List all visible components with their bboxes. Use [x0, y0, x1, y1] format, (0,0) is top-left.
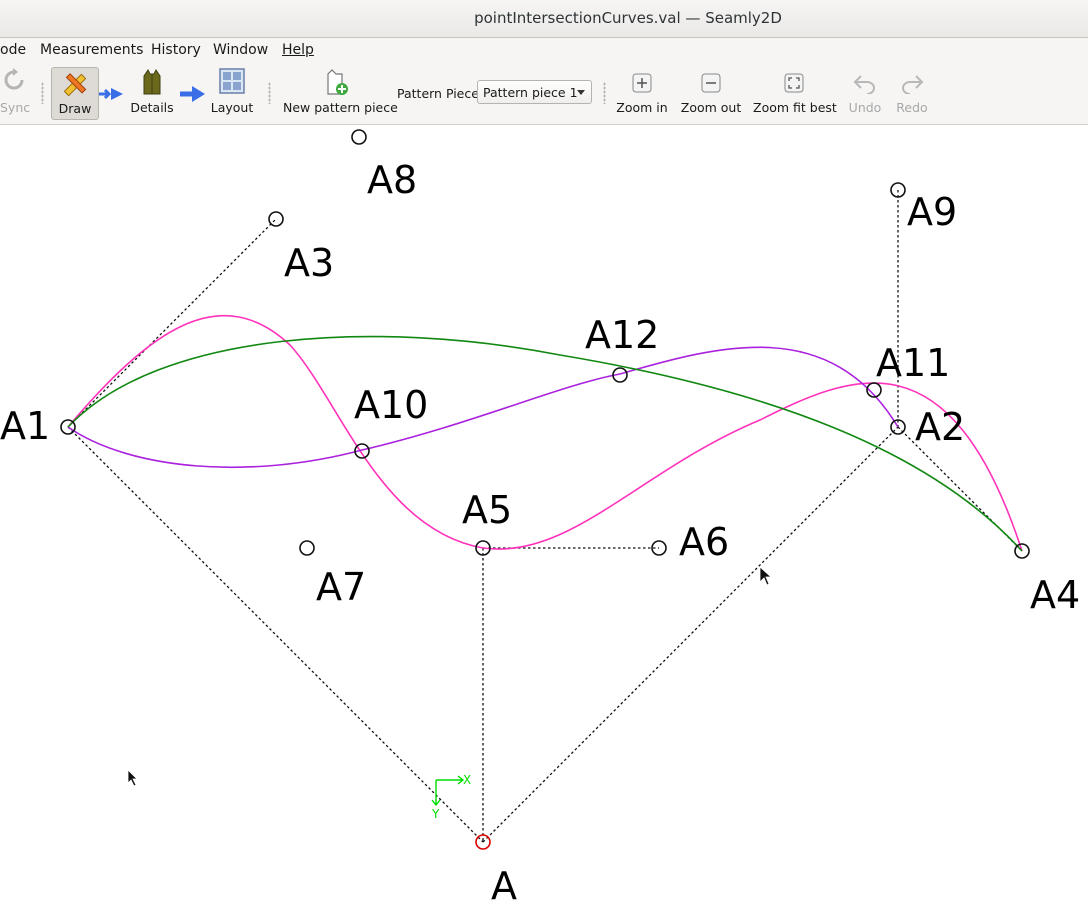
mouse-cursor-icon — [127, 769, 138, 787]
pencil-ruler-icon — [63, 73, 87, 97]
axis-y-label: Y — [431, 807, 440, 821]
layout-mode-button[interactable]: Layout — [208, 66, 256, 120]
label-a: A — [491, 864, 517, 908]
label-a2: A2 — [915, 405, 965, 449]
label-a10: A10 — [354, 383, 428, 427]
menu-window[interactable]: Window — [213, 42, 268, 58]
zoom-fit-best-button[interactable]: Zoom fit best — [753, 66, 837, 120]
line-a1-a3[interactable] — [67, 218, 277, 428]
zoom-out-label: Zoom out — [680, 100, 742, 115]
label-a3: A3 — [284, 241, 334, 285]
zoom-fit-best-icon — [784, 73, 804, 93]
point-a8[interactable] — [351, 129, 367, 145]
undo-button[interactable]: Undo — [845, 66, 885, 120]
origin-axes-icon: X Y — [431, 773, 471, 821]
label-a6: A6 — [679, 520, 729, 564]
zoom-in-icon — [632, 73, 652, 93]
menu-help[interactable]: Help — [282, 42, 314, 58]
redo-button[interactable]: Redo — [892, 66, 932, 120]
zoom-out-icon — [701, 73, 721, 93]
redo-label: Redo — [896, 100, 928, 115]
sync-label: Sync — [0, 100, 31, 115]
details-mode-button[interactable]: Details — [126, 66, 178, 120]
window-title: pointIntersectionCurves.val — Seamly2D — [474, 9, 782, 27]
zoom-in-label: Zoom in — [616, 100, 668, 115]
axis-x-label: X — [463, 773, 471, 787]
main-toolbar: Sync Draw Details Layout New pattern pie… — [0, 62, 1088, 125]
draw-label: Draw — [58, 101, 92, 116]
label-a1: A1 — [0, 404, 50, 448]
mouse-cursor-icon — [759, 566, 773, 586]
draw-mode-button[interactable]: Draw — [51, 67, 99, 120]
toolbar-separator — [41, 82, 44, 104]
label-a8: A8 — [367, 158, 417, 202]
pattern-drawing[interactable]: A8 A3 A9 A12 A11 A1 A10 A2 A5 A6 A7 A4 A… — [0, 124, 1088, 916]
new-pattern-piece-label: New pattern piece — [283, 100, 398, 115]
undo-icon — [853, 75, 875, 94]
menu-bar: ode Measurements History Window Help — [0, 38, 1088, 62]
sync-button[interactable]: Sync — [0, 66, 31, 120]
arrow-right-icon — [180, 86, 205, 102]
undo-label: Undo — [848, 100, 882, 115]
line-a-a2[interactable] — [482, 426, 899, 843]
label-a11: A11 — [876, 341, 950, 385]
window-titlebar: pointIntersectionCurves.val — Seamly2D — [0, 0, 1088, 38]
details-label: Details — [130, 100, 174, 115]
layout-label: Layout — [210, 100, 254, 115]
menu-measurements[interactable]: Measurements — [40, 42, 143, 58]
new-pattern-piece-icon — [326, 69, 348, 95]
point-a3[interactable] — [268, 211, 284, 227]
label-a5: A5 — [462, 488, 512, 532]
pattern-piece-select[interactable]: Pattern piece 1 — [477, 80, 592, 104]
spline-purple[interactable] — [67, 346, 899, 469]
pattern-piece-value: Pattern piece 1 — [483, 85, 578, 100]
zoom-fit-best-label: Zoom fit best — [753, 100, 837, 115]
chevron-down-icon — [577, 90, 585, 95]
toolbar-separator — [268, 82, 271, 104]
menu-history[interactable]: History — [151, 42, 201, 58]
menu-mode[interactable]: ode — [0, 42, 26, 58]
label-a12: A12 — [585, 313, 659, 357]
new-pattern-piece-button[interactable]: New pattern piece — [283, 66, 398, 120]
label-a4: A4 — [1030, 573, 1080, 617]
toolbar-separator — [603, 82, 606, 104]
zoom-in-button[interactable]: Zoom in — [614, 66, 670, 120]
garment-icon — [143, 69, 161, 95]
point-a7[interactable] — [299, 540, 315, 556]
double-arrow-right-icon — [99, 88, 123, 100]
sync-icon — [4, 68, 24, 90]
drawing-canvas[interactable]: A8 A3 A9 A12 A11 A1 A10 A2 A5 A6 A7 A4 A… — [0, 124, 1088, 916]
label-a9: A9 — [907, 190, 957, 234]
zoom-out-button[interactable]: Zoom out — [680, 66, 742, 120]
label-a7: A7 — [316, 565, 366, 609]
pattern-piece-label: Pattern Piece: — [397, 86, 484, 101]
redo-icon — [902, 75, 924, 94]
layout-icon — [219, 68, 245, 94]
